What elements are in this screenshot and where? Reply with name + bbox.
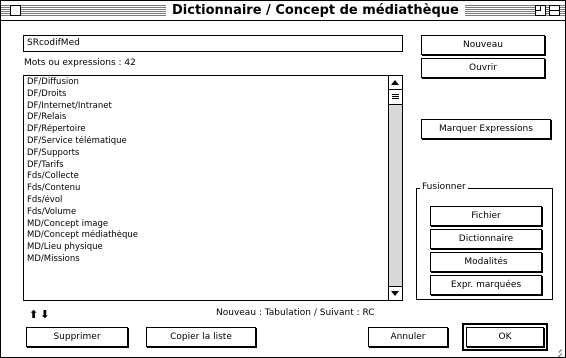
list-item[interactable]: DF/Service télématique	[26, 136, 382, 148]
list-item[interactable]: DF/Supports	[26, 148, 382, 160]
list-item[interactable]: DF/Diffusion	[26, 77, 382, 89]
expressions-list[interactable]: DF/Diffusion DF/Droits DF/Internet/Intrane…	[23, 75, 403, 301]
list-item[interactable]: Fds/Collecte	[26, 171, 382, 183]
zoom-box-icon[interactable]	[535, 5, 546, 16]
annuler-button[interactable]: Annuler	[368, 327, 448, 347]
arrow-down-icon[interactable]: ⬇	[40, 308, 51, 321]
list-item[interactable]: MD/Missions	[26, 254, 382, 266]
fichier-button[interactable]: Fichier	[430, 206, 542, 226]
collapse-box-icon[interactable]	[549, 5, 560, 16]
ok-button[interactable]: OK	[462, 323, 548, 351]
list-item[interactable]: DF/Tarifs	[26, 160, 382, 172]
marquer-expressions-button[interactable]: Marquer Expressions	[421, 119, 551, 139]
list-item[interactable]: DF/Droits	[26, 89, 382, 101]
title-bar[interactable]: Dictionnaire / Concept de médiathèque	[1, 1, 565, 21]
list-item[interactable]: MD/Concept médiathèque	[26, 230, 382, 242]
shortcut-hint: Nouveau : Tabulation / Suivant : RC	[216, 308, 375, 318]
list-item[interactable]: MD/Lieu physique	[26, 242, 382, 254]
dialog-window: Dictionnaire / Concept de médiathèque SR…	[0, 0, 566, 358]
list-scrollbar[interactable]	[388, 76, 402, 300]
list-item[interactable]: Fds/Volume	[26, 207, 382, 219]
nouveau-button[interactable]: Nouveau	[421, 35, 545, 55]
dictionary-name-field[interactable]: SRcodifMed	[23, 35, 403, 52]
list-item[interactable]: DF/Relais	[26, 112, 382, 124]
supprimer-button[interactable]: Supprimer	[26, 327, 128, 347]
list-item[interactable]: Fds/évol	[26, 195, 382, 207]
scroll-thumb[interactable]	[389, 90, 402, 105]
list-item[interactable]: MD/Concept image	[26, 219, 382, 231]
copier-liste-button[interactable]: Copier la liste	[146, 327, 256, 347]
ouvrir-button[interactable]: Ouvrir	[421, 58, 545, 78]
arrow-up-icon[interactable]: ⬆	[29, 308, 40, 321]
scroll-down-arrow-icon[interactable]	[389, 286, 402, 300]
list-item[interactable]: Fds/Contenu	[26, 183, 382, 195]
scroll-up-arrow-icon[interactable]	[389, 76, 402, 90]
fusionner-group-title: Fusionner	[420, 182, 468, 193]
modalites-button[interactable]: Modalités	[430, 252, 542, 272]
expr-marquees-button[interactable]: Expr. marquées	[430, 275, 542, 295]
list-item[interactable]: DF/Internet/Intranet	[26, 101, 382, 113]
move-arrows[interactable]: ⬆⬇	[29, 308, 51, 321]
resize-grip-icon[interactable]	[552, 344, 564, 356]
list-items-container: DF/Diffusion DF/Droits DF/Internet/Intrane…	[26, 77, 382, 266]
close-box-icon[interactable]	[10, 5, 21, 16]
list-item[interactable]: DF/Répertoire	[26, 124, 382, 136]
window-title: Dictionnaire / Concept de médiathèque	[166, 2, 465, 19]
dictionnaire-button[interactable]: Dictionnaire	[430, 229, 542, 249]
count-label: Mots ou expressions : 42	[24, 58, 136, 68]
